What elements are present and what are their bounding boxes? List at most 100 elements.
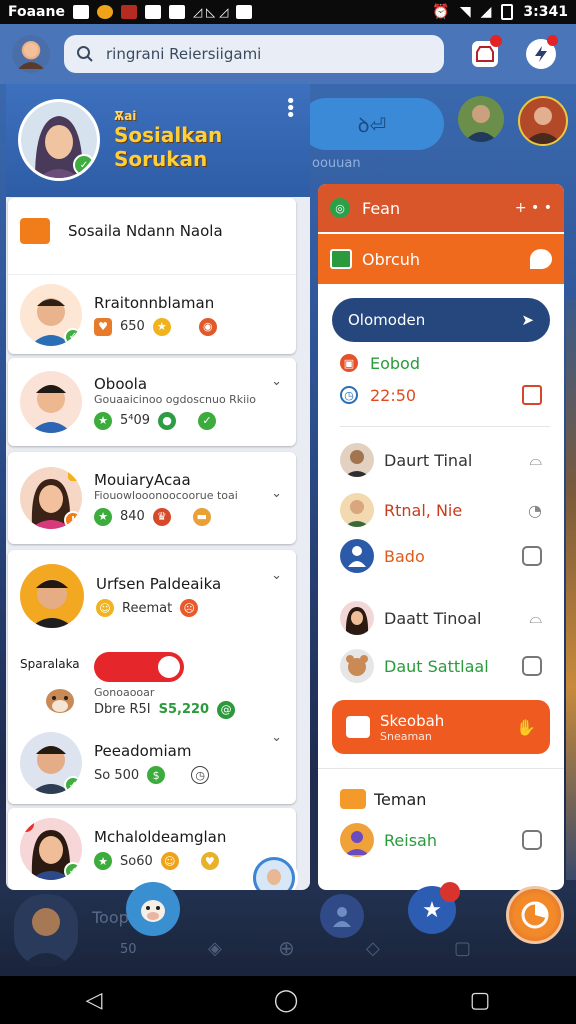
gift-icon: ♥: [94, 317, 112, 336]
panel-header: ◎ Fean + • •: [318, 184, 564, 232]
crown-icon: [68, 467, 82, 481]
chart-circle-icon: [521, 901, 549, 929]
user-avatar-icon: [345, 831, 369, 855]
person-tab-button[interactable]: [320, 894, 364, 938]
action-title: Skeobah: [380, 711, 445, 730]
user-avatar-icon: [18, 43, 44, 69]
contact-avatar: [20, 564, 84, 628]
contact-row-0[interactable]: Daurt Tinal ⌓: [318, 440, 564, 480]
contact-avatar: [20, 371, 82, 433]
bottom-avatar[interactable]: [14, 894, 78, 966]
contact-name: Bado: [384, 546, 425, 566]
drawer-header: ✓ Ѫai Sosialkan Sorukan • • •: [6, 84, 310, 196]
group-item[interactable]: Reisah: [318, 822, 564, 858]
list-item-3[interactable]: Urfsen Paldeaika ☺ Reemat ☹ ⌄: [8, 550, 296, 642]
event-name: Eobod: [370, 353, 420, 373]
contact-row-1[interactable]: Rtnal, Nie ◔: [318, 490, 564, 530]
inbox-tab-icon[interactable]: ▢: [454, 938, 471, 959]
alarm-icon: ⏰: [432, 4, 450, 20]
bg-edge-strip: [566, 300, 576, 880]
arrow-icons: ◿ ◺ ◿: [192, 5, 229, 19]
money-icon: $: [147, 766, 166, 784]
back-icon[interactable]: ◁: [86, 988, 103, 1013]
contact-name: Daurt Tinal: [384, 450, 473, 470]
box-icon: [20, 218, 50, 244]
recents-icon[interactable]: ▢: [470, 988, 491, 1013]
section-header-card: Sosaila Ndann Naola ✓ Rraitonnblaman ♥ 6…: [8, 198, 296, 354]
carrier-label: Foaane: [8, 4, 65, 20]
hand-icon: ✋: [516, 717, 536, 737]
action-button[interactable]: Skeobah Sneaman ✋: [332, 700, 550, 754]
contact-name: Rraitonnblaman: [94, 293, 215, 312]
list-item-0[interactable]: ✓ Rraitonnblaman ♥ 650 ★ ◉: [8, 274, 296, 354]
drawer-profile-avatar[interactable]: ✓: [18, 99, 100, 181]
home-icon[interactable]: ◯: [274, 988, 299, 1013]
add-tab-icon[interactable]: ⊕: [278, 936, 295, 960]
chevron-down-icon[interactable]: ⌄: [271, 486, 282, 501]
drawer-title: Ѫai Sosialkan Sorukan: [114, 109, 222, 171]
group-header[interactable]: Teman: [318, 784, 564, 814]
system-nav-bar: ◁ ◯ ▢: [0, 976, 576, 1024]
megaphone-icon: [346, 716, 370, 738]
search-icon[interactable]: ◔: [528, 501, 542, 520]
section-header[interactable]: Sosaila Ndann Naola: [8, 198, 296, 264]
star-tab-button[interactable]: ★: [408, 882, 460, 934]
star-icon: ★: [152, 317, 171, 336]
chat-bubble-icon[interactable]: [530, 249, 552, 269]
contact-row-4[interactable]: Daut Sattlaal: [318, 646, 564, 686]
alerts-button[interactable]: [526, 35, 558, 69]
checkbox[interactable]: [522, 656, 542, 676]
chevron-down-icon[interactable]: ⌄: [271, 568, 282, 583]
user-avatar-icon: [22, 908, 70, 966]
user-avatar-icon: [30, 579, 74, 628]
contact-avatar: [340, 493, 374, 527]
contact-row-2[interactable]: Bado: [318, 536, 564, 576]
chat-icon[interactable]: ⌓: [529, 608, 542, 628]
primary-fab[interactable]: [506, 886, 564, 944]
tag-tab-icon[interactable]: ◇: [366, 938, 380, 959]
contact-row-3[interactable]: Daatt Tinoal ⌓: [318, 598, 564, 638]
dog-icon: [46, 689, 74, 713]
home-tab-icon[interactable]: ◈: [208, 938, 222, 959]
person-icon: [333, 907, 351, 927]
group-item-name: Reisah: [384, 830, 437, 850]
more-options-icon[interactable]: • • •: [285, 93, 296, 125]
list-item-1[interactable]: Oboola Gouaaicinoo ogdoscnuo Rkiio ★ 5⁴0…: [8, 358, 296, 446]
chevron-down-icon[interactable]: ⌄: [271, 730, 282, 745]
list-item-5[interactable]: ✓ Peeadomiam So 500 $ ◷ ⌄: [8, 722, 296, 804]
search-bar[interactable]: ringrani Reiersiigami: [64, 35, 444, 73]
event-item[interactable]: ▣ Eobod: [318, 348, 564, 378]
clock-icon: ◷: [340, 386, 358, 404]
pet-fab[interactable]: [126, 882, 180, 936]
chat-icon[interactable]: ⌓: [529, 450, 542, 470]
contact-avatar: [340, 443, 374, 477]
more-options-icon[interactable]: + • •: [515, 200, 552, 216]
app-screen: Foaane ◿ ◺ ◿ ⏰ ◥ ◢ 3:341 ringrani Reiers…: [0, 0, 576, 1024]
checkbox[interactable]: [522, 546, 542, 566]
send-icon: ➤: [521, 311, 534, 329]
panel-subheader[interactable]: Obrcuh: [318, 234, 564, 284]
status-bar: Foaane ◿ ◺ ◿ ⏰ ◥ ◢ 3:341: [0, 0, 576, 24]
list-item-2[interactable]: ! MouiaryAcaa Fiouowlooonoocoorue toai ★…: [8, 452, 296, 544]
primary-action-pill[interactable]: Olomoden ➤: [332, 298, 550, 342]
star-icon: ★: [422, 897, 442, 923]
verified-icon: ✓: [64, 327, 82, 346]
list-item-4[interactable]: Sparalaka Gonoaooar Dbre R5I S5,220 @: [8, 642, 296, 728]
search-input[interactable]: ringrani Reiersiigami: [106, 45, 261, 63]
calendar-icon: [330, 249, 352, 269]
calendar-alarm-icon[interactable]: [522, 385, 542, 405]
contact-stat: Dbre R5I: [94, 702, 151, 717]
profile-avatar[interactable]: [12, 35, 50, 73]
group-icon: [340, 789, 366, 809]
checkbox[interactable]: [522, 830, 542, 850]
bg-avatar-1: [458, 96, 504, 142]
contact-avatar: ✓: [20, 818, 82, 880]
inbox-button[interactable]: [472, 35, 502, 67]
toggle-switch[interactable]: [94, 651, 184, 682]
smile-icon: ☺: [160, 852, 179, 870]
user-avatar-icon: [344, 450, 370, 477]
event-time-row[interactable]: ◷ 22:50: [318, 380, 564, 410]
notification-dot-icon: [490, 35, 502, 47]
chevron-down-icon[interactable]: ⌄: [271, 374, 282, 389]
user-avatar-icon: [30, 385, 72, 433]
